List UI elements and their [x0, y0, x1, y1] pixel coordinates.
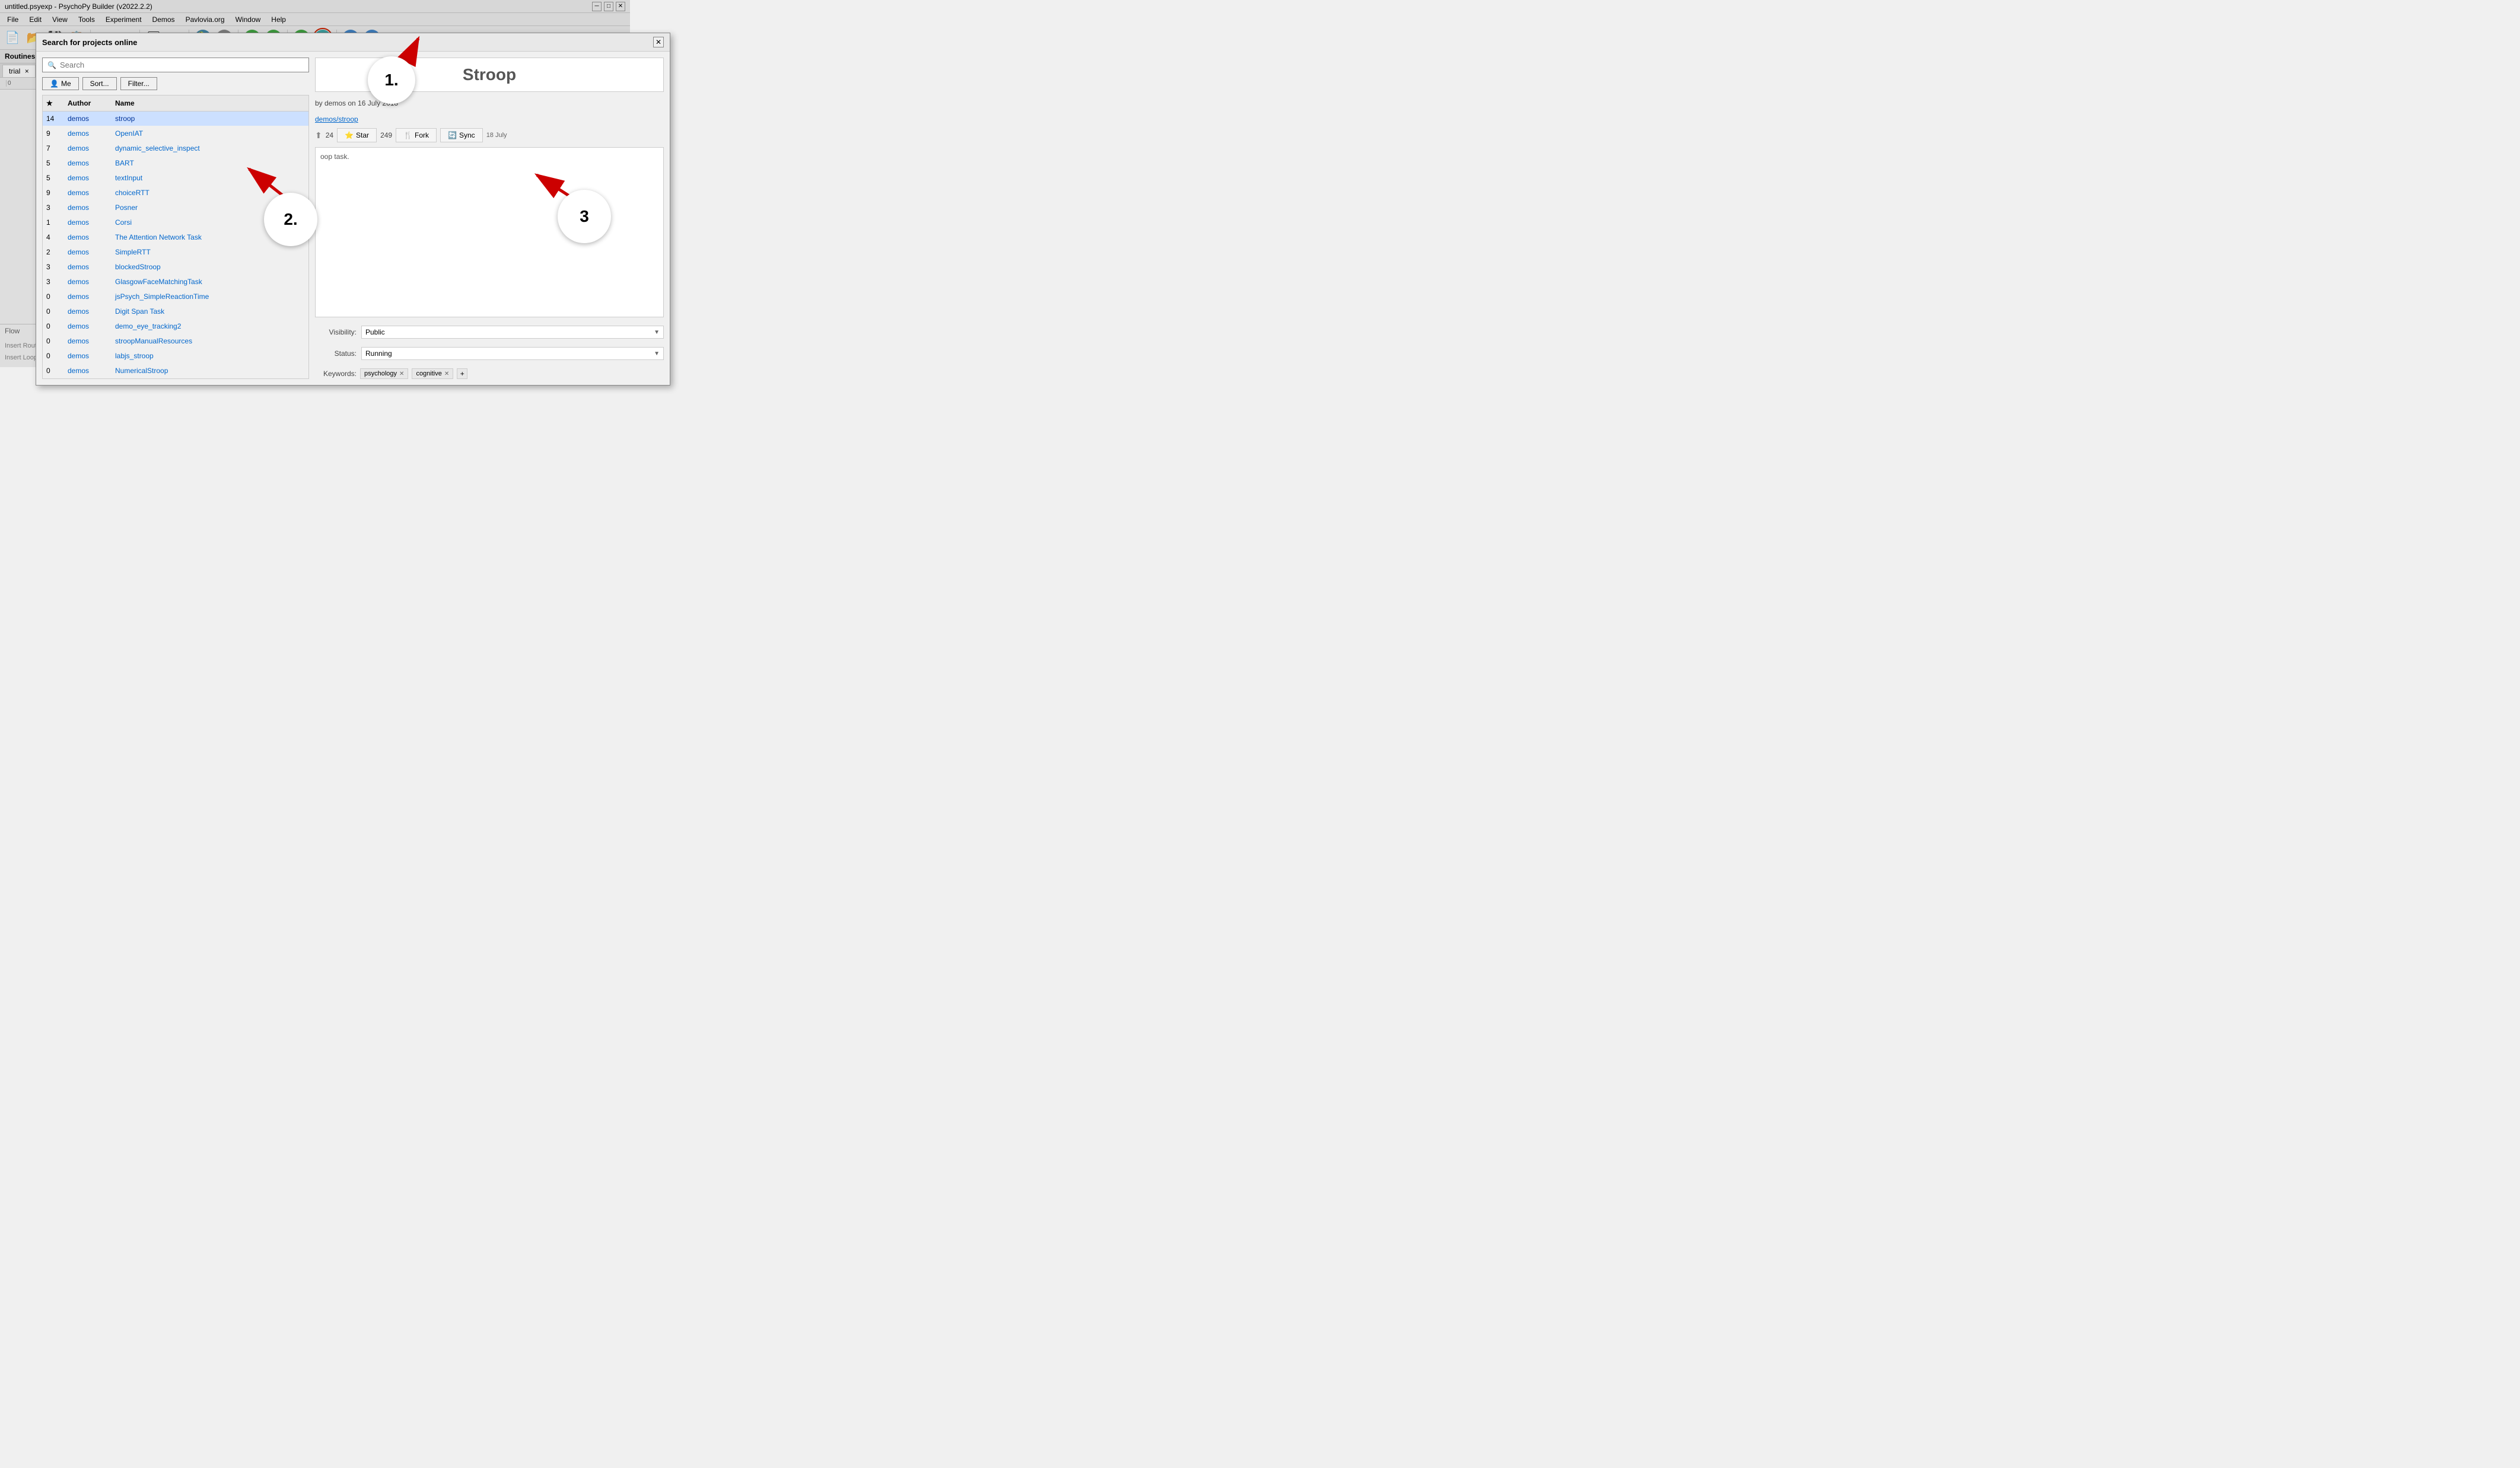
sync-label: Sync [459, 131, 475, 139]
table-row[interactable]: 7 demos dynamic_selective_inspect [43, 141, 308, 156]
fork-button[interactable]: 🍴 Fork [396, 128, 437, 142]
project-table: ★ Author Name 14 demos stroop 9 [42, 95, 309, 379]
filter-button[interactable]: Filter... [120, 77, 157, 90]
keywords-label: Keywords: [315, 370, 357, 378]
table-row[interactable]: 14 demos stroop [43, 112, 308, 126]
project-actions: ⬆ 24 ⭐ Star 249 🍴 Fork 🔄 Sync [315, 128, 664, 142]
visibility-value: Public [365, 328, 385, 336]
col-author: Author [64, 98, 112, 109]
keyword-cognitive: cognitive ✕ [412, 368, 453, 379]
row-stars: 14 [43, 113, 64, 124]
table-row[interactable]: 3 demos GlasgowFaceMatchingTask [43, 275, 308, 289]
dialog-body: 🔍 👤 Me Sort... Filter... [36, 52, 670, 385]
dialog-right-panel: Stroop by demos on 16 July 2018 demos/st… [315, 58, 664, 379]
table-row[interactable]: 5 demos textInput [43, 171, 308, 186]
status-value: Running [365, 349, 392, 358]
dialog-overlay: Search for projects online ✕ 🔍 👤 Me [0, 0, 630, 367]
table-row[interactable]: 0 demos stroopManualResources [43, 334, 308, 349]
star-label: Star [356, 131, 369, 139]
dialog-close-button[interactable]: ✕ [653, 37, 664, 47]
project-link[interactable]: demos/stroop [315, 115, 358, 123]
project-title-box: Stroop [315, 58, 664, 92]
table-body[interactable]: 14 demos stroop 9 demos OpenIAT 7 demos [43, 112, 308, 378]
dialog-left-panel: 🔍 👤 Me Sort... Filter... [42, 58, 309, 379]
table-row[interactable]: 2 demos SimpleRTT [43, 245, 308, 260]
keyword-psychology-text: psychology [364, 370, 397, 377]
status-arrow-icon: ▼ [654, 351, 660, 357]
status-label: Status: [315, 349, 357, 358]
search-box[interactable]: 🔍 [42, 58, 309, 72]
share-icon: ⬆ [315, 130, 322, 141]
keywords-row: Keywords: psychology ✕ cognitive ✕ + [315, 368, 664, 379]
dialog-title-bar: Search for projects online ✕ [36, 33, 670, 52]
table-row[interactable]: 9 demos choiceRTT [43, 186, 308, 200]
sort-button[interactable]: Sort... [82, 77, 117, 90]
star-count: 24 [326, 131, 333, 139]
keyword-add-button[interactable]: + [457, 368, 467, 379]
dialog-title: Search for projects online [42, 38, 137, 47]
star-button[interactable]: ⭐ Star [337, 128, 377, 142]
me-label: Me [61, 79, 71, 88]
table-row[interactable]: 3 demos Posner [43, 200, 308, 215]
status-row: Status: Running ▼ [315, 347, 664, 360]
fork-count: 249 [380, 131, 392, 139]
me-button[interactable]: 👤 Me [42, 77, 79, 90]
fork-icon: 🍴 [403, 131, 412, 139]
table-row[interactable]: 1 demos Corsi [43, 215, 308, 230]
filter-row: 👤 Me Sort... Filter... [42, 77, 309, 90]
keyword-cognitive-text: cognitive [416, 370, 441, 377]
project-title: Stroop [463, 65, 516, 84]
row-author: demos [64, 113, 112, 124]
keyword-add-icon: + [460, 370, 464, 378]
search-input[interactable] [60, 60, 304, 69]
project-link-row: demos/stroop [315, 114, 664, 123]
project-meta: by demos on 16 July 2018 [315, 97, 664, 110]
table-row[interactable]: 0 demos NumericalStroop [43, 364, 308, 378]
sync-button[interactable]: 🔄 Sync [440, 128, 483, 142]
filter-label: Filter... [128, 79, 149, 88]
table-row[interactable]: 0 demos Digit Span Task [43, 304, 308, 319]
visibility-label: Visibility: [315, 328, 357, 336]
table-row[interactable]: 3 demos blockedStroop [43, 260, 308, 275]
search-dialog: Search for projects online ✕ 🔍 👤 Me [36, 33, 670, 386]
project-desc-text: oop task. [320, 152, 349, 161]
person-icon: 👤 [50, 79, 59, 88]
col-stars: ★ [43, 98, 64, 109]
table-row[interactable]: 9 demos OpenIAT [43, 126, 308, 141]
visibility-dropdown[interactable]: Public ▼ [361, 326, 664, 339]
table-row[interactable]: 0 demos demo_eye_tracking2 [43, 319, 308, 334]
row-name: stroop [112, 113, 308, 124]
visibility-row: Visibility: Public ▼ [315, 326, 664, 339]
sync-icon: 🔄 [448, 131, 457, 139]
table-header: ★ Author Name [43, 95, 308, 112]
sort-label: Sort... [90, 79, 109, 88]
visibility-arrow-icon: ▼ [654, 329, 660, 336]
keyword-psychology: psychology ✕ [360, 368, 408, 379]
keyword-psychology-remove[interactable]: ✕ [399, 371, 404, 377]
table-row[interactable]: 4 demos The Attention Network Task [43, 230, 308, 245]
table-row[interactable]: 0 demos jsPsych_SimpleReactionTime [43, 289, 308, 304]
col-name: Name [112, 98, 299, 109]
fork-label: Fork [415, 131, 429, 139]
star-icon: ⭐ [345, 131, 354, 139]
project-date: 18 July [486, 132, 507, 139]
keyword-cognitive-remove[interactable]: ✕ [444, 371, 449, 377]
project-byline: by demos on 16 July 2018 [315, 99, 398, 107]
table-row[interactable]: 0 demos labjs_stroop [43, 349, 308, 364]
status-dropdown[interactable]: Running ▼ [361, 347, 664, 360]
project-description: oop task. [315, 147, 664, 317]
search-icon: 🔍 [47, 61, 56, 69]
table-row[interactable]: 5 demos BART [43, 156, 308, 171]
